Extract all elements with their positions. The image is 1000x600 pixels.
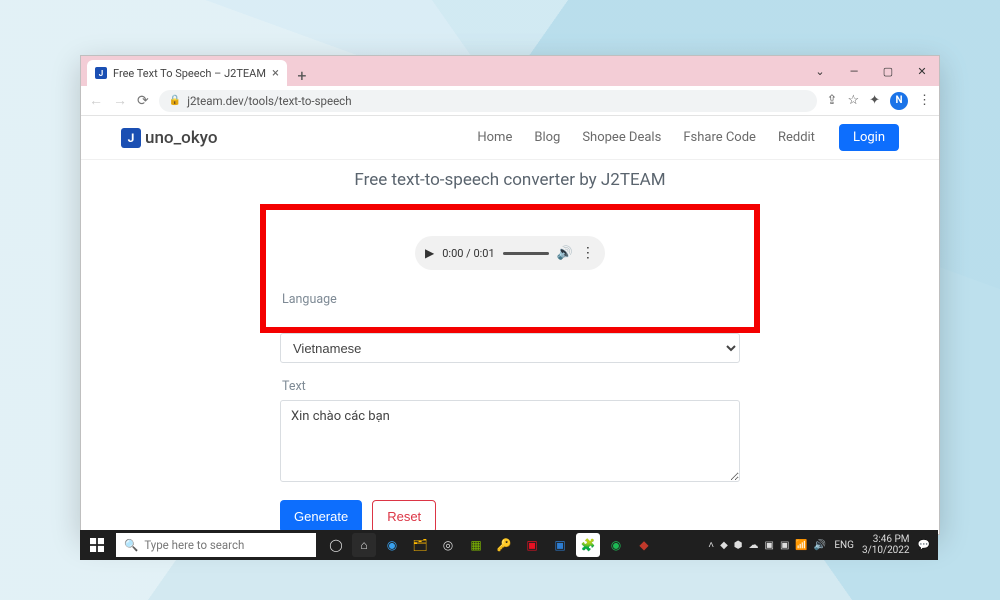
onedrive-icon[interactable]: ☁ — [749, 540, 759, 551]
nav-shopee-deals[interactable]: Shopee Deals — [582, 130, 661, 145]
language-select[interactable]: Vietnamese — [280, 333, 740, 363]
page-title: Free text-to-speech converter by J2TEAM — [354, 170, 665, 190]
clock-time: 3:46 PM — [862, 534, 910, 545]
forward-icon[interactable]: → — [113, 92, 127, 109]
login-button[interactable]: Login — [839, 124, 899, 151]
task-view-icon[interactable]: ◯ — [324, 533, 348, 557]
clock[interactable]: 3:46 PM 3/10/2022 — [862, 534, 910, 556]
site-nav: Home Blog Shopee Deals Fshare Code Reddi… — [477, 130, 815, 145]
nav-blog[interactable]: Blog — [534, 130, 560, 145]
wifi-icon[interactable]: 📶 — [795, 540, 807, 551]
share-icon[interactable]: ⇪ — [827, 93, 838, 108]
omnibox[interactable]: 🔒 j2team.dev/tools/text-to-speech — [159, 90, 817, 112]
audio-player[interactable]: ▶ 0:00 / 0:01 🔊 ⋮ — [415, 236, 605, 270]
zoom-icon[interactable]: ▣ — [548, 533, 572, 557]
nav-fshare-code[interactable]: Fshare Code — [683, 130, 756, 145]
key-icon[interactable]: 🔑 — [492, 533, 516, 557]
lock-icon: 🔒 — [169, 95, 181, 106]
taskbar: 🔍 Type here to search ◯ ⌂ ◉ 🗂 ◎ ▦ 🔑 ▣ ▣ … — [80, 530, 938, 560]
generate-button[interactable]: Generate — [280, 500, 362, 533]
profile-avatar[interactable]: N — [890, 92, 908, 110]
reset-button[interactable]: Reset — [372, 500, 436, 533]
cortana-icon[interactable]: ⌂ — [352, 533, 376, 557]
page-content: Free text-to-speech converter by J2TEAM … — [81, 160, 939, 533]
form-buttons: Generate Reset — [280, 500, 740, 533]
site-logo[interactable]: J uno_okyo — [121, 128, 218, 148]
nav-home[interactable]: Home — [477, 130, 512, 145]
app-icon-2[interactable]: 🧩 — [576, 533, 600, 557]
tray-icon-2[interactable]: ⬢ — [734, 540, 743, 551]
app-icon-3[interactable]: ◆ — [632, 533, 656, 557]
text-label: Text — [282, 379, 740, 394]
windows-icon — [90, 538, 104, 552]
taskbar-apps: ◯ ⌂ ◉ 🗂 ◎ ▦ 🔑 ▣ ▣ 🧩 ◉ ◆ — [324, 533, 656, 557]
chrome-icon[interactable]: ◎ — [436, 533, 460, 557]
tab-title: Free Text To Speech – J2TEAM — [113, 67, 266, 80]
back-icon[interactable]: ← — [89, 92, 103, 109]
window-more-icon[interactable]: ⌄ — [803, 56, 837, 86]
window-controls: ⌄ ― ▢ ✕ — [803, 56, 939, 86]
new-tab-button[interactable]: + — [291, 64, 313, 86]
notifications-icon[interactable]: 💬 — [918, 540, 930, 551]
tray-icons: ˄ ◆ ⬢ ☁ ▣ ▣ 📶 🔊 — [708, 540, 826, 551]
app-icon-1[interactable]: ▣ — [520, 533, 544, 557]
maximize-icon[interactable]: ▢ — [871, 56, 905, 86]
chevron-up-icon[interactable]: ˄ — [708, 540, 714, 551]
taskbar-search-placeholder: Type here to search — [144, 538, 244, 552]
reload-icon[interactable]: ⟳ — [137, 93, 149, 109]
spotify-icon[interactable]: ◉ — [604, 533, 628, 557]
logo-text: uno_okyo — [145, 128, 218, 148]
star-icon[interactable]: ☆ — [847, 93, 859, 108]
edge-icon[interactable]: ◉ — [380, 533, 404, 557]
excel-icon[interactable]: ▦ — [464, 533, 488, 557]
nav-reddit[interactable]: Reddit — [778, 130, 815, 145]
audio-time: 0:00 / 0:01 — [442, 247, 494, 260]
logo-mark-icon: J — [121, 128, 141, 148]
browser-window: J Free Text To Speech – J2TEAM × + ⌄ ― ▢… — [80, 55, 940, 535]
tray-icon-4[interactable]: ▣ — [780, 540, 789, 551]
audio-menu-icon[interactable]: ⋮ — [581, 245, 595, 261]
system-tray: ˄ ◆ ⬢ ☁ ▣ ▣ 📶 🔊 ENG 3:46 PM 3/10/2022 💬 — [700, 534, 938, 556]
search-icon: 🔍 — [124, 538, 138, 552]
page-viewport: J uno_okyo Home Blog Shopee Deals Fshare… — [81, 116, 939, 534]
audio-seek-track[interactable] — [503, 252, 549, 255]
volume-tray-icon[interactable]: 🔊 — [814, 540, 826, 551]
address-bar: ← → ⟳ 🔒 j2team.dev/tools/text-to-speech … — [81, 86, 939, 116]
site-header: J uno_okyo Home Blog Shopee Deals Fshare… — [81, 116, 939, 160]
browser-menu-icon[interactable]: ⋮ — [918, 93, 931, 108]
address-bar-actions: ⇪ ☆ ✦ N ⋮ — [827, 92, 931, 110]
tray-icon-3[interactable]: ▣ — [765, 540, 774, 551]
start-button[interactable] — [80, 530, 114, 560]
explorer-icon[interactable]: 🗂 — [408, 533, 432, 557]
input-language[interactable]: ENG — [834, 540, 854, 551]
tts-form: Vietnamese Text Generate Reset — [280, 333, 740, 533]
tab-favicon-icon: J — [95, 67, 107, 79]
close-tab-icon[interactable]: × — [272, 66, 279, 81]
text-input[interactable] — [280, 400, 740, 482]
tab-active[interactable]: J Free Text To Speech – J2TEAM × — [87, 60, 287, 86]
highlight-box: ▶ 0:00 / 0:01 🔊 ⋮ Language — [260, 204, 760, 333]
url-text: j2team.dev/tools/text-to-speech — [187, 94, 351, 108]
play-icon[interactable]: ▶ — [425, 246, 434, 260]
tray-icon-1[interactable]: ◆ — [720, 540, 728, 551]
language-label: Language — [282, 292, 736, 307]
tab-strip: J Free Text To Speech – J2TEAM × + ⌄ ― ▢… — [81, 56, 939, 86]
close-window-icon[interactable]: ✕ — [905, 56, 939, 86]
minimize-icon[interactable]: ― — [837, 56, 871, 86]
extensions-icon[interactable]: ✦ — [869, 93, 880, 108]
clock-date: 3/10/2022 — [862, 545, 910, 556]
taskbar-search[interactable]: 🔍 Type here to search — [116, 533, 316, 557]
volume-icon[interactable]: 🔊 — [557, 246, 573, 261]
